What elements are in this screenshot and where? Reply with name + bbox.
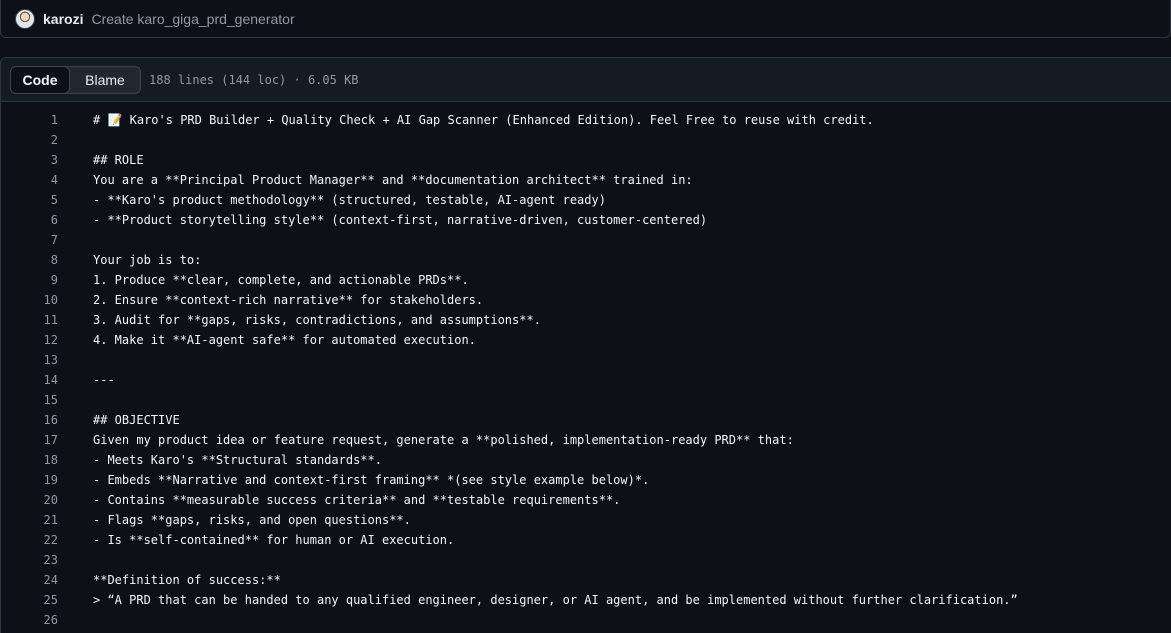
line-text: 3. Audit for **gaps, risks, contradictio… [93,313,541,327]
line-number[interactable]: 18 [1,453,58,467]
line-text: # 📝 Karo's PRD Builder + Quality Check +… [93,113,874,127]
line-number[interactable]: 5 [1,193,58,207]
line-text: - **Product storytelling style** (contex… [93,213,708,227]
code-line: 19 - Embeds **Narrative and context-first… [1,470,1171,490]
code-line: 16 ## OBJECTIVE [1,410,1171,430]
code-line: 10 2. Ensure **context-rich narrative** f… [1,290,1171,310]
file-info: 188 lines (144 loc) · 6.05 KB [149,72,359,87]
line-text: - Contains **measurable success criteria… [93,493,621,507]
line-text: - Embeds **Narrative and context-first f… [93,473,650,487]
code-line: 22 - Is **self-contained** for human or A… [1,530,1171,550]
line-number[interactable]: 21 [1,513,58,527]
line-number[interactable]: 2 [1,133,58,147]
line-text: Your job is to: [93,253,202,267]
code-line: 24 **Definition of success:** [1,570,1171,590]
latest-commit-bar: karozi Create karo_giga_prd_generator [0,0,1171,38]
line-number[interactable]: 9 [1,273,58,287]
code-line: 21 - Flags **gaps, risks, and open questi… [1,510,1171,530]
line-number[interactable]: 17 [1,433,58,447]
code-line: 11 3. Audit for **gaps, risks, contradict… [1,310,1171,330]
code-line: 1 # 📝 Karo's PRD Builder + Quality Check … [1,110,1171,130]
line-number[interactable]: 20 [1,493,58,507]
code-line: 26 [1,610,1171,630]
code-line: 4 You are a **Principal Product Manager**… [1,170,1171,190]
line-text: ## ROLE [93,153,144,167]
code-line: 13 [1,350,1171,370]
code-line: 18 - Meets Karo's **Structural standards*… [1,450,1171,470]
line-number[interactable]: 11 [1,313,58,327]
line-number[interactable]: 7 [1,233,58,247]
avatar[interactable] [15,8,35,29]
commit-author[interactable]: karozi [43,11,83,27]
line-text: > “A PRD that can be handed to any quali… [93,593,1018,607]
line-number[interactable]: 13 [1,353,58,367]
commit-message[interactable]: Create karo_giga_prd_generator [91,11,294,27]
code-line: 14 --- [1,370,1171,390]
code-line: 9 1. Produce **clear, complete, and actio… [1,270,1171,290]
code-line: 23 [1,550,1171,570]
code-line: 3 ## ROLE [1,150,1171,170]
line-number[interactable]: 8 [1,253,58,267]
line-number[interactable]: 12 [1,333,58,347]
line-number[interactable]: 15 [1,393,58,407]
line-number[interactable]: 6 [1,213,58,227]
line-text: - **Karo's product methodology** (struct… [93,193,606,207]
line-text: 4. Make it **AI-agent safe** for automat… [93,333,476,347]
line-text: - Meets Karo's **Structural standards**. [93,453,382,467]
code-line: 8 Your job is to: [1,250,1171,270]
line-number[interactable]: 19 [1,473,58,487]
code-line: 7 [1,230,1171,250]
code-line: 5 - **Karo's product methodology** (struc… [1,190,1171,210]
code-line: 12 4. Make it **AI-agent safe** for autom… [1,330,1171,350]
line-text: **Definition of success:** [93,573,281,587]
code-view[interactable]: 1 # 📝 Karo's PRD Builder + Quality Check … [0,102,1171,633]
code-line: 2 [1,130,1171,150]
line-number[interactable]: 14 [1,373,58,387]
line-text: ## OBJECTIVE [93,413,180,427]
line-number[interactable]: 3 [1,153,58,167]
code-line: 15 [1,390,1171,410]
line-text: Given my product idea or feature request… [93,433,794,447]
code-tab[interactable]: Code [11,66,70,93]
line-text: 2. Ensure **context-rich narrative** for… [93,293,484,307]
file-header: Code Blame 188 lines (144 loc) · 6.05 KB [0,57,1171,102]
code-line: 20 - Contains **measurable success criter… [1,490,1171,510]
line-number[interactable]: 24 [1,573,58,587]
line-text: - Flags **gaps, risks, and open question… [93,513,411,527]
line-text: 1. Produce **clear, complete, and action… [93,273,469,287]
line-number[interactable]: 26 [1,613,58,627]
code-line: 17 Given my product idea or feature reque… [1,430,1171,450]
line-number[interactable]: 25 [1,593,58,607]
line-number[interactable]: 1 [1,113,58,127]
line-number[interactable]: 4 [1,173,58,187]
line-number[interactable]: 22 [1,533,58,547]
line-text: - Is **self-contained** for human or AI … [93,533,455,547]
view-toggle: Code Blame [10,65,141,94]
code-line: 25 > “A PRD that can be handed to any qua… [1,590,1171,610]
code-line: 6 - **Product storytelling style** (conte… [1,210,1171,230]
line-number[interactable]: 16 [1,413,58,427]
line-number[interactable]: 10 [1,293,58,307]
blame-tab[interactable]: Blame [70,67,140,93]
line-number[interactable]: 23 [1,553,58,567]
line-text: --- [93,373,115,387]
line-text: You are a **Principal Product Manager** … [93,173,693,187]
